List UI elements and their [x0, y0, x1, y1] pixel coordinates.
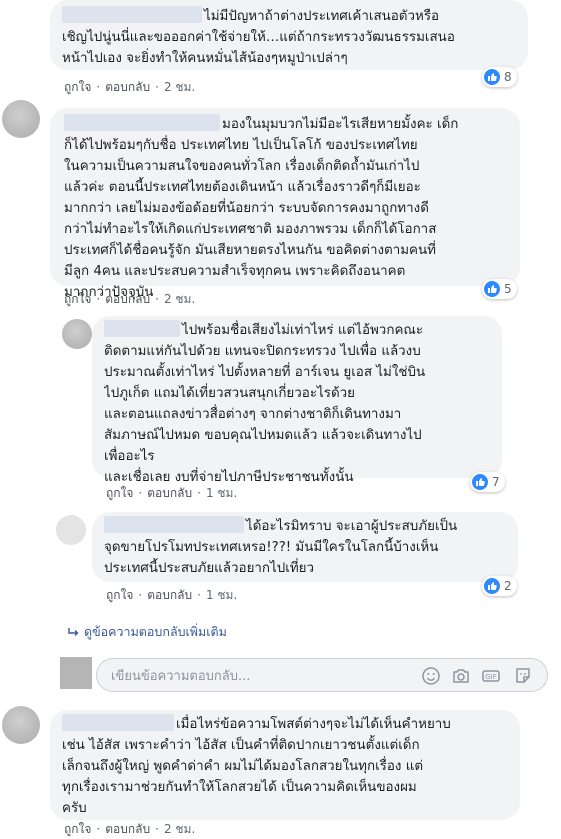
comment-text: ไม่มีปัญหาถ้าต่างประเทศเค้าเสนอตัวหรือ — [62, 6, 516, 27]
comment-bubble: มองในมุมบวกไม่มีอะไรเสียหายมั้งคะ เด็ก ก… — [50, 108, 520, 300]
avatar[interactable] — [2, 706, 40, 744]
commenter-name-redacted[interactable] — [64, 114, 220, 131]
comment-text: มองในมุมบวกไม่มีอะไรเสียหายมั้งคะ เด็ก — [64, 114, 508, 135]
comment-text: มีลูก 4คน และประสบความสำเร็จทุกคน เพราะค… — [64, 264, 406, 279]
comment-text: ได้อะไรมิทราบ จะเอาผู้ประสบภัยเป็น — [104, 516, 506, 537]
like-link[interactable]: ถูกใจ — [106, 486, 133, 500]
reply-link[interactable]: ตอบกลับ — [105, 822, 150, 836]
comment-time[interactable]: 2 ชม. — [164, 822, 195, 836]
like-icon — [484, 69, 500, 85]
comment-text: จุดขายโปรโมทประเทศเหรอ!??! มันมีใครในโลก… — [104, 540, 439, 555]
comment-text: ในความเป็นความสนใจของคนทั่วโลก เรื่องเด็… — [64, 159, 420, 174]
emoji-icon[interactable] — [421, 666, 441, 686]
commenter-name-redacted[interactable] — [104, 516, 244, 533]
comment-text: ก็ได้ไปพร้อมๆกับชื่อ ประเทศไทย ไปเป็นโลโ… — [64, 138, 418, 153]
comment-text: เช่น ไอ้สัส เพราะคำว่า ไอ้สัส เป็นคำที่ต… — [62, 738, 420, 753]
like-link[interactable]: ถูกใจ — [64, 822, 91, 836]
avatar[interactable] — [62, 319, 92, 349]
comment-text: และตอนแถลงข่าวสื่อต่างๆ จากต่างชาติก็เดิ… — [104, 407, 402, 422]
like-icon — [484, 578, 500, 594]
comment-actions: ถูกใจ · ตอบกลับ · 1 ชม. — [106, 588, 238, 602]
comment-text: สัมภาษณ์ไปหมด ขอบคุณไปหมดแล้ว แล้วจะเดิน… — [104, 428, 422, 443]
reaction-number: 8 — [504, 70, 512, 84]
reaction-count[interactable]: 2 — [482, 576, 517, 596]
commenter-name-redacted[interactable] — [104, 320, 180, 337]
reaction-count[interactable]: 8 — [482, 67, 517, 87]
comment-time[interactable]: 1 ชม. — [206, 588, 237, 602]
avatar[interactable] — [2, 100, 40, 138]
comment-text: ไปภูเก็ต แถมได้เที่ยวสวนสนุกเกี่ยวอะไรด้… — [104, 386, 356, 401]
comment-text: ครับ — [62, 801, 87, 816]
camera-icon[interactable] — [451, 666, 471, 686]
reply-link[interactable]: ตอบกลับ — [105, 80, 150, 94]
avatar[interactable] — [56, 515, 86, 545]
reaction-number: 5 — [504, 282, 512, 296]
svg-text:GIF: GIF — [485, 673, 497, 681]
comment-text: เมื่อไหร่ข้อความโพสต์ต่างๆจะไม่ได้เห็นคำ… — [62, 714, 508, 735]
comment-text: ประเทศนี้ประสบภัยแล้วอยากไปเที่ยว — [104, 561, 315, 576]
reaction-count[interactable]: 5 — [482, 279, 517, 299]
comment-text: เพื่ออะไร — [104, 449, 155, 464]
comment-time[interactable]: 2 ชม. — [164, 292, 195, 306]
more-replies-label: ดูข้อความตอบกลับเพิ่มเติม — [84, 624, 227, 639]
like-icon — [472, 474, 488, 490]
comment-actions: ถูกใจ · ตอบกลับ · 2 ชม. — [64, 80, 196, 94]
more-replies-link[interactable]: ดูข้อความตอบกลับเพิ่มเติม — [68, 622, 227, 642]
current-user-avatar[interactable] — [60, 657, 92, 689]
like-link[interactable]: ถูกใจ — [64, 292, 91, 306]
comment-time[interactable]: 1 ชม. — [206, 486, 237, 500]
reply-box: GIF — [96, 658, 548, 692]
like-icon — [484, 281, 500, 297]
comment-bubble: ไม่มีปัญหาถ้าต่างประเทศเค้าเสนอตัวหรือ เ… — [50, 0, 528, 70]
comment-text: ประมาณตั้งเท่าไหร่ ไปตั้งหลายที่ อาร์เจน… — [104, 365, 426, 380]
comment-text: ติดตามแห่กันไปด้วย แทนจะปิดกระทรวง ไปเพื… — [104, 344, 421, 359]
gif-icon[interactable]: GIF — [481, 666, 501, 686]
comment-text: ไปพร้อมชื่อเสียงไม่เท่าไหร่ แต่ไอ้พวกคณะ — [104, 320, 490, 341]
like-link[interactable]: ถูกใจ — [64, 80, 91, 94]
comment-time[interactable]: 2 ชม. — [164, 80, 195, 94]
comment-actions: ถูกใจ · ตอบกลับ · 2 ชม. — [64, 822, 196, 836]
comment-text: กว่าไม่ทำอะไรให้เกิดแก่ประเทศชาติ มองภาพ… — [64, 222, 437, 237]
comment-actions: ถูกใจ · ตอบกลับ · 2 ชม. — [64, 292, 196, 306]
reply-link[interactable]: ตอบกลับ — [147, 588, 192, 602]
reply-link[interactable]: ตอบกลับ — [105, 292, 150, 306]
reaction-count[interactable]: 7 — [470, 472, 505, 492]
comment-text: ประเทศก็ได้ชื่อคนรู้จัก มันเสียหายตรงไหน… — [64, 243, 436, 258]
sticker-icon[interactable] — [513, 666, 533, 686]
comment-text: เชิญไปนู่นนี่และขอออกค่าใช้จ่ายให้…แต่ถ้… — [62, 30, 455, 45]
comment-text: แล้วค่ะ ตอนนี้ประเทศไทยต้องเดินหน้า แล้ว… — [64, 180, 421, 195]
commenter-name-redacted[interactable] — [62, 6, 202, 23]
reply-input[interactable] — [109, 665, 373, 687]
comment-text: เล็กจนถึงผู้ใหญ่ พูดคำด่าคำ ผมไม่ได้มองโ… — [62, 759, 424, 774]
comment-text: ทุกเรื่องเรามาช่วยกันทำให้โลกสวยได้ เป็น… — [62, 780, 417, 795]
comment-text: มากกว่า เลยไม่มองข้อด้อยที่น้อยกว่า ระบบ… — [64, 201, 429, 216]
commenter-name-redacted[interactable] — [62, 714, 174, 731]
comment-bubble: ได้อะไรมิทราบ จะเอาผู้ประสบภัยเป็น จุดขา… — [92, 512, 518, 582]
comment-bubble: เมื่อไหร่ข้อความโพสต์ต่างๆจะไม่ได้เห็นคำ… — [50, 710, 520, 820]
comment-actions: ถูกใจ · ตอบกลับ · 1 ชม. — [106, 486, 238, 500]
comment-text: หน้าไปเอง จะยิ่งทำให้คนหมั่นไส้น้องๆหมูป… — [62, 51, 348, 66]
reaction-number: 7 — [492, 475, 500, 489]
comment-bubble: ไปพร้อมชื่อเสียงไม่เท่าไหร่ แต่ไอ้พวกคณะ… — [92, 316, 502, 485]
reply-arrow-icon — [68, 628, 79, 636]
like-link[interactable]: ถูกใจ — [106, 588, 133, 602]
reply-link[interactable]: ตอบกลับ — [147, 486, 192, 500]
reaction-number: 2 — [504, 579, 512, 593]
